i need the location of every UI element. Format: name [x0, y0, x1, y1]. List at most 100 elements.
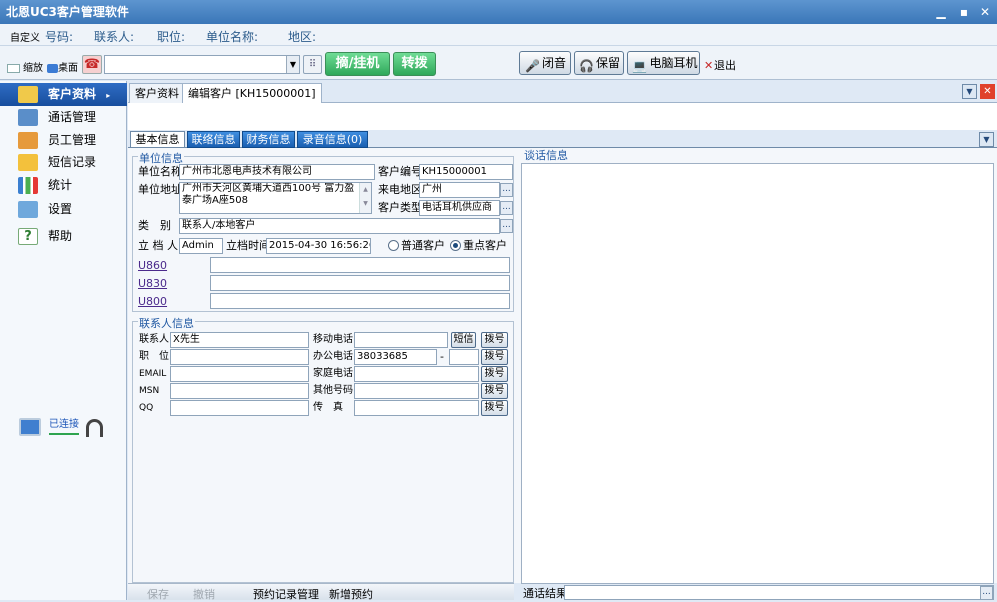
category-field[interactable]: 联系人/本地客户 [179, 218, 500, 234]
sidebar-item-label: 短信记录 [48, 155, 97, 169]
shrink-button[interactable]: 缩放 [23, 61, 43, 77]
sidebar-item-help[interactable]: ? 帮助 [0, 225, 127, 248]
u830-field[interactable] [210, 275, 510, 291]
mute-button[interactable]: 🎤 闭音 [519, 51, 571, 75]
chevron-down-icon[interactable]: ▼ [962, 84, 977, 99]
u800-link[interactable]: U800 [138, 295, 167, 308]
u830-link[interactable]: U830 [138, 277, 167, 290]
dial-office-button[interactable]: 拨号 [481, 349, 508, 365]
normal-customer-radio[interactable] [388, 240, 399, 251]
region-field[interactable]: 广州 [419, 182, 500, 198]
dial-fax-button[interactable]: 拨号 [481, 400, 508, 416]
desktop-button[interactable]: 桌面 [58, 61, 78, 77]
exit-icon: ✕ [704, 59, 714, 72]
custom-label[interactable]: 自定义 [10, 29, 40, 44]
other-number-field[interactable] [354, 383, 479, 399]
region-label: 来电地区 [378, 183, 422, 196]
sidebar-item-customer[interactable]: 客户资料 ▸ [0, 83, 127, 106]
fax-field[interactable] [354, 400, 479, 416]
sidebar-item-settings[interactable]: 设置 [0, 198, 127, 221]
u860-link[interactable]: U860 [138, 259, 167, 272]
dial-number-input[interactable] [104, 55, 300, 74]
contact-field[interactable]: X先生 [170, 332, 309, 348]
mail-icon [18, 154, 38, 171]
connection-status: 已连接 [49, 417, 79, 435]
sidebar-item-label: 帮助 [48, 229, 73, 243]
title-bar: 北恩UC3客户管理软件 ▁ ▪ ✕ [0, 0, 997, 24]
customer-no-field[interactable]: KH15000001 [419, 164, 513, 180]
scrollbar[interactable]: ▲ ▼ [359, 183, 371, 213]
email-field[interactable] [170, 366, 309, 382]
company-name-field[interactable]: 广州市北恩电声技术有限公司 [179, 164, 375, 180]
company-name-label: 单位名称 [138, 165, 182, 178]
sidebar-item-staff[interactable]: 员工管理 [0, 129, 127, 152]
tab-contact[interactable]: 联络信息 [187, 131, 240, 148]
pc-headset-button[interactable]: 💻 电脑耳机 [627, 51, 700, 75]
sidebar-item-sms[interactable]: 短信记录 [0, 151, 127, 174]
talk-info-textarea[interactable] [521, 163, 994, 584]
hold-button[interactable]: 🎧 保留 [574, 51, 624, 75]
home-phone-field[interactable] [354, 366, 479, 382]
settings-icon [18, 201, 38, 218]
create-time-field[interactable]: 2015-04-30 16:56:26 [266, 238, 371, 254]
maximize-button[interactable]: ▪ [956, 4, 972, 20]
shrink-icon [7, 64, 20, 73]
phone-icon[interactable]: ☎ [82, 55, 102, 74]
address-field[interactable]: 广州市天河区黄埔大道西100号 富力盈泰广场A座508 [179, 182, 372, 214]
unit-info-group: 单位信息 单位名称 广州市北恩电声技术有限公司 客户编号 KH15000001 … [132, 150, 514, 312]
sidebar-item-label: 员工管理 [48, 133, 97, 147]
region-label: 地区: [288, 30, 317, 44]
transfer-button[interactable]: 转拨 [393, 52, 436, 76]
close-icon[interactable]: ✕ [980, 84, 995, 99]
extension-separator: - [440, 350, 444, 363]
customer-no-label: 客户编号 [378, 165, 422, 178]
qq-field[interactable] [170, 400, 309, 416]
key-customer-radio[interactable] [450, 240, 461, 251]
sidebar: 客户资料 ▸ 通话管理 员工管理 短信记录 统计 设置 ? 帮助 已连接 [0, 81, 127, 600]
tab-edit-customer[interactable]: 编辑客户 [KH15000001] [182, 83, 322, 104]
keypad-icon[interactable]: ⠿ [303, 55, 322, 74]
position-field[interactable] [170, 349, 309, 365]
close-button[interactable]: ✕ [977, 4, 993, 20]
staff-icon [18, 132, 38, 149]
computer-icon: 💻 [632, 59, 647, 73]
contacts-icon [18, 86, 38, 103]
office-phone-field[interactable]: 38033685 [354, 349, 437, 365]
sidebar-item-calls[interactable]: 通话管理 [0, 106, 127, 129]
dial-other-button[interactable]: 拨号 [481, 383, 508, 399]
call-result-field[interactable] [564, 585, 994, 600]
mobile-field[interactable] [354, 332, 448, 348]
call-result-picker-button[interactable]: ... [980, 586, 993, 600]
tab-recording[interactable]: 录音信息(0) [297, 131, 368, 148]
tab-customer-data[interactable]: 客户资料 [129, 83, 185, 103]
minimize-button[interactable]: ▁ [933, 4, 949, 20]
exit-button[interactable]: 退出 [714, 58, 736, 74]
sidebar-item-stats[interactable]: 统计 [0, 174, 127, 197]
toolbar: 缩放 桌面 ☎ ▼ ⠿ 摘/挂机 转拨 🎤 闭音 🎧 保留 💻 电脑耳机 ✕ 退… [0, 46, 997, 80]
msn-field[interactable] [170, 383, 309, 399]
company-label: 单位名称: [206, 30, 259, 44]
sidebar-item-label: 统计 [48, 178, 73, 192]
creator-field[interactable]: Admin [179, 238, 223, 254]
qq-label: QQ [139, 403, 154, 413]
chevron-down-icon[interactable]: ▼ [286, 56, 299, 73]
number-label: 号码: [45, 30, 74, 44]
customer-type-picker-button[interactable]: ... [500, 201, 513, 215]
chevron-down-icon[interactable]: ▼ [979, 132, 994, 147]
mute-label: 闭音 [541, 56, 566, 70]
bottom-bar: 保存 撤销 预约记录管理 新增预约 [128, 583, 514, 601]
u800-field[interactable] [210, 293, 510, 309]
dial-mobile-button[interactable]: 拨号 [481, 332, 508, 348]
region-picker-button[interactable]: ... [500, 183, 513, 197]
dial-home-button[interactable]: 拨号 [481, 366, 508, 382]
extension-field[interactable] [449, 349, 479, 365]
document-tabs: 客户资料 编辑客户 [KH15000001] ▼ ✕ [128, 81, 997, 104]
sms-button[interactable]: 短信 [451, 332, 476, 348]
hook-button[interactable]: 摘/挂机 [325, 52, 390, 76]
contact-label: 联系人: [94, 30, 135, 44]
tab-finance[interactable]: 财务信息 [242, 131, 295, 148]
customer-type-field[interactable]: 电话耳机供应商 [419, 200, 500, 216]
tab-basic[interactable]: 基本信息 [130, 131, 185, 148]
u860-field[interactable] [210, 257, 510, 273]
category-picker-button[interactable]: ... [500, 219, 513, 233]
